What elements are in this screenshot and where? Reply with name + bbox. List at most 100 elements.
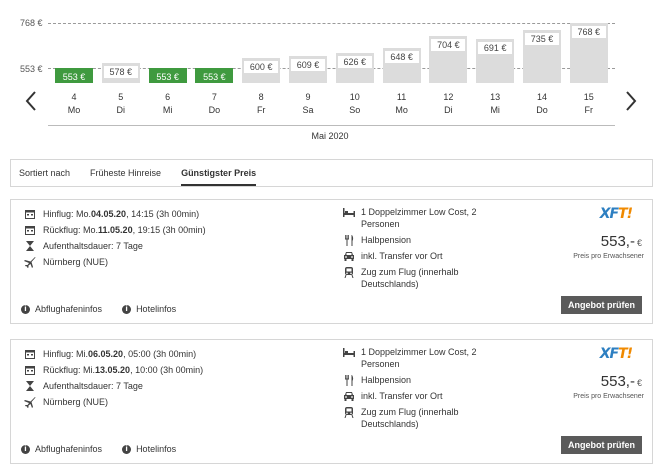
bar-label-13: 691 € [478, 42, 513, 55]
airport-info-label: Abflughafeninfos [35, 304, 103, 314]
day-label-9: 9 Sa [289, 91, 327, 117]
bar-label-4: 553 € [57, 71, 91, 83]
price-currency: € [636, 238, 642, 248]
return-row: Rückflug: Mi. 13.05.20, 10:00 (3h 00min) [23, 362, 203, 378]
y-label-max: 768 € [20, 18, 43, 28]
chevron-right-icon[interactable] [624, 90, 638, 112]
cutlery-icon [343, 234, 355, 246]
x-axis-line [48, 125, 615, 126]
board-text: Halbpension [361, 235, 412, 245]
flight-details: Hinflug: Mo. 04.05.20, 14:15 (3h 00min) … [23, 206, 206, 270]
hotel-info-link[interactable]: i Hotelinfos [122, 444, 176, 454]
sort-label: Sortiert nach [19, 168, 71, 178]
sort-option-earliest[interactable]: Früheste Hinreise [90, 160, 161, 186]
duration-text: Aufenthaltsdauer: 7 Tage [43, 241, 143, 251]
hotel-info-label: Hotelinfos [136, 304, 177, 314]
outbound-date: 04.05.20 [91, 209, 127, 219]
hotel-details: 1 Doppelzimmer Low Cost, 2 Personen Halb… [343, 206, 493, 294]
outbound-date: 06.05.20 [88, 349, 124, 359]
outbound-time: , 05:00 (3h 00min) [123, 349, 197, 359]
transfer-row: inkl. Transfer vor Ort [343, 390, 493, 402]
car-icon [343, 250, 355, 262]
car-icon [343, 390, 355, 402]
transfer-text: inkl. Transfer vor Ort [361, 251, 443, 261]
day-number: 5 [118, 92, 124, 102]
day-label-12: 12 Di [429, 91, 467, 117]
hotel-info-label: Hotelinfos [136, 444, 177, 454]
weekday: Mo [395, 105, 408, 115]
day-number: 11 [396, 92, 407, 102]
airport-info-link[interactable]: i Abflughafeninfos [21, 444, 102, 454]
duration-row: Aufenthaltsdauer: 7 Tage [23, 378, 203, 394]
day-number: 8 [258, 92, 264, 102]
price-value: 553,- [600, 233, 635, 250]
return-time: , 10:00 (3h 00min) [130, 365, 204, 375]
check-offer-button[interactable]: Angebot prüfen [561, 436, 642, 454]
weekday: Fr [584, 105, 594, 115]
price-note: Preis pro Erwachsener [573, 393, 644, 400]
return-time: , 19:15 (3h 00min) [132, 225, 206, 235]
bar-label-9: 609 € [291, 59, 325, 72]
airplane-icon [23, 256, 37, 268]
info-icon: i [21, 444, 30, 454]
calendar-icon [23, 364, 37, 376]
outbound-prefix: Hinflug: Mi. [43, 349, 89, 359]
airport-text: Nürnberg (NUE) [43, 257, 109, 267]
outbound-row: Hinflug: Mo. 04.05.20, 14:15 (3h 00min) [23, 206, 206, 222]
day-number: 9 [305, 92, 311, 102]
airport-info-link[interactable]: i Abflughafeninfos [21, 304, 102, 314]
room-row: 1 Doppelzimmer Low Cost, 2 Personen [343, 346, 493, 370]
sort-option-cheapest[interactable]: Günstigster Preis [181, 160, 257, 186]
info-links: i Abflughafeninfos i Hotelinfos [21, 304, 196, 314]
airport-row: Nürnberg (NUE) [23, 394, 203, 410]
day-label-7: 7 Do [195, 91, 233, 117]
info-icon: i [122, 304, 132, 314]
bed-icon [343, 206, 355, 218]
day-label-8: 8 Fr [242, 91, 280, 117]
room-row: 1 Doppelzimmer Low Cost, 2 Personen [343, 206, 493, 230]
day-number: 7 [211, 92, 217, 102]
y-label-min: 553 € [20, 64, 43, 74]
gridline-max [48, 23, 615, 24]
airplane-icon [23, 396, 37, 408]
duration-text: Aufenthaltsdauer: 7 Tage [43, 381, 143, 391]
offer-card-1: Hinflug: Mo. 04.05.20, 14:15 (3h 00min) … [10, 199, 653, 324]
hotel-info-link[interactable]: i Hotelinfos [122, 304, 176, 314]
day-label-15: 15 Fr [570, 91, 608, 117]
board-text: Halbpension [361, 375, 412, 385]
tour-operator-logo: XFT! [600, 346, 633, 362]
hourglass-icon [23, 380, 37, 392]
flight-details: Hinflug: Mi. 06.05.20, 05:00 (3h 00min) … [23, 346, 203, 410]
outbound-time: , 14:15 (3h 00min) [126, 209, 200, 219]
day-number: 14 [536, 92, 547, 102]
day-number: 4 [71, 92, 77, 102]
room-text: 1 Doppelzimmer Low Cost, 2 Personen [361, 347, 477, 369]
train-icon [343, 406, 355, 418]
calendar-icon [23, 224, 37, 236]
duration-row: Aufenthaltsdauer: 7 Tage [23, 238, 206, 254]
airport-row: Nürnberg (NUE) [23, 254, 206, 270]
board-row: Halbpension [343, 374, 493, 386]
weekday: Mi [490, 105, 500, 115]
check-offer-button[interactable]: Angebot prüfen [561, 296, 642, 314]
transfer-text: inkl. Transfer vor Ort [361, 391, 443, 401]
bed-icon [343, 346, 355, 358]
train-text: Zug zum Flug (innerhalb Deutschlands) [361, 267, 459, 289]
info-icon: i [122, 444, 132, 454]
price-note: Preis pro Erwachsener [573, 253, 644, 260]
offer-card-2: Hinflug: Mi. 06.05.20, 05:00 (3h 00min) … [10, 339, 653, 464]
weekday: Sa [302, 105, 314, 115]
day-label-14: 14 Do [523, 91, 561, 117]
room-text: 1 Doppelzimmer Low Cost, 2 Personen [361, 207, 477, 229]
train-text: Zug zum Flug (innerhalb Deutschlands) [361, 407, 459, 429]
weekday: Mi [162, 105, 173, 115]
bar-label-7: 553 € [197, 71, 232, 83]
bar-label-10: 626 € [337, 55, 372, 68]
price-currency: € [636, 378, 642, 388]
day-number: 6 [165, 92, 171, 102]
return-prefix: Rückflug: Mi. [43, 365, 96, 375]
price-value: 553,- [600, 373, 635, 390]
chevron-left-icon[interactable] [24, 90, 38, 112]
day-label-4: 4 Mo [55, 91, 93, 117]
info-links: i Abflughafeninfos i Hotelinfos [21, 444, 196, 454]
